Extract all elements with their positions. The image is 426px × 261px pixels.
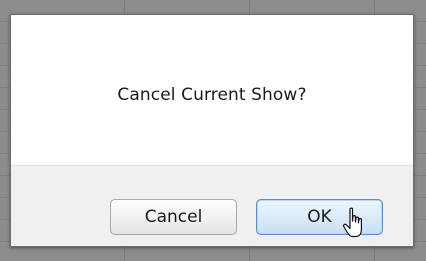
dialog-message: Cancel Current Show? xyxy=(117,85,307,105)
ok-button[interactable]: OK xyxy=(256,199,383,235)
confirm-dialog: Cancel Current Show? Cancel OK xyxy=(10,14,414,247)
button-bar: Cancel OK xyxy=(11,165,413,246)
message-area: Cancel Current Show? xyxy=(11,15,413,167)
cancel-button[interactable]: Cancel xyxy=(110,199,237,235)
